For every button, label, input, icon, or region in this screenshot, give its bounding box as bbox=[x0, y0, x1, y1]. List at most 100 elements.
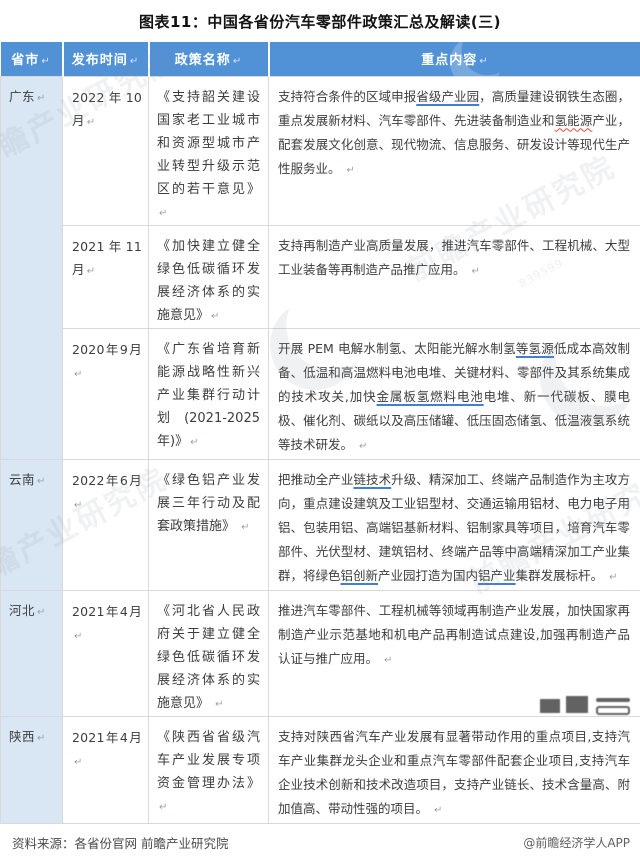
content-segment: 推进汽车零部件、工程机械等领域再制造产业发展，加快国家再制造产业示范基地和机电产… bbox=[278, 603, 630, 666]
paragraph-mark: ↵ bbox=[241, 522, 249, 533]
date-cell: 2020年9月 ↵ bbox=[63, 328, 149, 459]
table-row: 河北↵ 2021年4月↵ 《河北省人民政府关于建立健全绿色低碳循环发展经济体系的… bbox=[1, 590, 640, 716]
content-segment: 产业园打造为国内 bbox=[378, 568, 478, 583]
page-title: 图表11：中国各省份汽车零部件政策汇总及解读(三) bbox=[0, 0, 640, 42]
policy-label: 《广东省培育新能源战略性新兴产业集群行动计划(2021-2025年)》 bbox=[157, 342, 260, 449]
content-cell: 把推动全产业链技术升级、精深加工、终端产品制造作为主攻方向，重点建设建筑及工业铝… bbox=[269, 459, 640, 590]
content-cell: 推进汽车零部件、工程机械等领域再制造产业发展，加快国家再制造产业示范基地和机电产… bbox=[269, 590, 640, 716]
content-segment: 升级、精深加工、终端产品制造作为主攻方向，重点建设建筑及工业铝型材、交通运输用铝… bbox=[278, 472, 630, 583]
content-cell: 支持符合条件的区域申报省级产业园，高质量建设钢铁生态圈，重点发展新材料、汽车零部… bbox=[269, 76, 640, 225]
paragraph-mark: ↵ bbox=[215, 699, 223, 710]
date-label: 2020年9月 bbox=[72, 342, 142, 357]
content-segment: 开展 PEM 电解水制氢、太阳能光解水制氢 bbox=[278, 341, 516, 356]
date-cell: 2021年11月↵ bbox=[63, 225, 149, 328]
paragraph-mark: ↵ bbox=[159, 802, 167, 813]
header-label: 政策名称 bbox=[175, 53, 231, 68]
header-cell-province: 省市↵ bbox=[1, 42, 63, 76]
paragraph-mark: ↵ bbox=[472, 266, 480, 277]
table-row: 2020年9月 ↵ 《广东省培育新能源战略性新兴产业集群行动计划(2021-202… bbox=[1, 328, 640, 459]
paragraph-mark: ↵ bbox=[347, 165, 355, 176]
content-segment: 把推动全产业 bbox=[278, 472, 353, 487]
header-cell-policy: 政策名称↵ bbox=[149, 42, 269, 76]
policy-label: 《河北省人民政府关于建立健全绿色低碳循环发展经济体系的实施意见》 bbox=[157, 604, 260, 711]
content-text: 把推动全产业链技术升级、精深加工、终端产品制造作为主攻方向，重点建设建筑及工业铝… bbox=[278, 472, 630, 583]
policy-cell: 《河北省人民政府关于建立健全绿色低碳循环发展经济体系的实施意见》 ↵ bbox=[149, 590, 269, 716]
content-segment: 省级产业园 bbox=[416, 89, 479, 104]
date-label: 2022 年 10 月 bbox=[72, 90, 142, 128]
policy-cell: 《支持韶关建设国家老工业城市和资源型城市产业转型升级示范区的若干意见》 ↵ bbox=[149, 76, 269, 225]
paragraph-mark: ↵ bbox=[233, 56, 242, 67]
paragraph-mark: ↵ bbox=[74, 369, 83, 380]
table-header-row: 省市↵ 发布时间↵ 政策名称↵ 重点内容↵ bbox=[1, 42, 640, 76]
province-label: 云南 bbox=[9, 472, 35, 487]
header-label: 重点内容 bbox=[421, 53, 477, 68]
paragraph-mark: ↵ bbox=[37, 607, 46, 618]
policy-label: 《加快建立健全绿色低碳循环发展经济体系的实施意见》 bbox=[157, 239, 260, 323]
content-text: 支持符合条件的区域申报省级产业园，高质量建设钢铁生态圈，重点发展新材料、汽车零部… bbox=[278, 89, 630, 176]
date-label: 2021年11月 bbox=[72, 239, 142, 277]
content-segment: 金属板氢燃料电池 bbox=[377, 389, 484, 404]
paragraph-mark: ↵ bbox=[87, 266, 96, 277]
paragraph-mark: ↵ bbox=[87, 117, 96, 128]
content-text: 开展 PEM 电解水制氢、太阳能光解水制氢等氢源低成本高效制备、低温和高温燃料电… bbox=[278, 341, 630, 452]
content-cell: 支持对陕西省汽车产业发展有显著带动作用的重点项目,支持汽车产业集群龙头企业和重点… bbox=[269, 716, 640, 823]
content-segment: 支持再制造产业高质量发展，推进汽车零部件、工程机械、大型工业装备等再制造产品推广… bbox=[278, 238, 630, 277]
paragraph-mark: ↵ bbox=[37, 476, 46, 487]
credit-note: @前瞻经济学人APP bbox=[523, 834, 630, 851]
paragraph-mark: ↵ bbox=[609, 572, 617, 583]
header-label: 省市 bbox=[11, 53, 39, 68]
policy-cell: 《绿色铝产业发展三年行动及配套政策措施》 ↵ bbox=[149, 459, 269, 590]
paragraph-mark: ↵ bbox=[159, 208, 167, 219]
content-cell: 支持再制造产业高质量发展，推进汽车零部件、工程机械、大型工业装备等再制造产品推广… bbox=[269, 225, 640, 328]
province-label: 河北 bbox=[9, 603, 35, 618]
source-note: 资料来源：各省份官网 前瞻产业研究院 bbox=[12, 833, 228, 852]
policy-label: 《陕西省省级汽车产业发展专项资金管理办法》 bbox=[157, 730, 260, 791]
province-label: 广东 bbox=[9, 89, 35, 104]
date-label: 2021年4月 bbox=[72, 604, 142, 619]
date-cell: 2021年4月 ↵ bbox=[63, 716, 149, 823]
content-segment: 氢能源 bbox=[555, 113, 593, 128]
content-segment: 等氢源 bbox=[516, 341, 554, 356]
table-row: 广东↵ 2022 年 10 月↵ 《支持韶关建设国家老工业城市和资源型城市产业转… bbox=[1, 76, 640, 225]
paragraph-mark: ↵ bbox=[359, 441, 367, 452]
province-cell-guangdong: 广东↵ bbox=[1, 76, 63, 459]
paragraph-mark: ↵ bbox=[74, 631, 83, 642]
content-cell: 开展 PEM 电解水制氢、太阳能光解水制氢等氢源低成本高效制备、低温和高温燃料电… bbox=[269, 328, 640, 459]
paragraph-mark: ↵ bbox=[74, 757, 83, 768]
content-segment: 链技术 bbox=[353, 472, 391, 487]
table-row: 2021年11月↵ 《加快建立健全绿色低碳循环发展经济体系的实施意见》↵ 支持再… bbox=[1, 225, 640, 328]
province-cell-yunnan: 云南↵ bbox=[1, 459, 63, 590]
content-text: 推进汽车零部件、工程机械等领域再制造产业发展，加快国家再制造产业示范基地和机电产… bbox=[278, 603, 630, 666]
date-cell: 2022 年 10 月↵ bbox=[63, 76, 149, 225]
paragraph-mark: ↵ bbox=[190, 437, 198, 448]
paragraph-mark: ↵ bbox=[37, 93, 46, 104]
province-cell-hebei: 河北↵ bbox=[1, 590, 63, 716]
content-segment: 支持对陕西省汽车产业发展有显著带动作用的重点项目,支持汽车产业集群龙头企业和重点… bbox=[278, 729, 630, 816]
footer: 资料来源：各省份官网 前瞻产业研究院 @前瞻经济学人APP bbox=[0, 824, 640, 860]
policy-table: 省市↵ 发布时间↵ 政策名称↵ 重点内容↵ 广东↵ 2022 年 10 月↵ 《… bbox=[0, 42, 640, 824]
paragraph-mark: ↵ bbox=[37, 733, 46, 744]
content-segment: 铝创新 bbox=[341, 568, 379, 583]
paragraph-mark: ↵ bbox=[74, 500, 83, 511]
paragraph-mark: ↵ bbox=[479, 56, 488, 67]
content-segment: 支持符合条件的区域申报 bbox=[278, 89, 416, 104]
paragraph-mark: ↵ bbox=[130, 56, 139, 67]
date-label: 2022年6月 bbox=[72, 473, 142, 488]
date-label: 2021年4月 bbox=[72, 730, 142, 745]
paragraph-mark: ↵ bbox=[434, 805, 442, 816]
paragraph-mark: ↵ bbox=[211, 311, 219, 322]
table-row: 陕西↵ 2021年4月 ↵ 《陕西省省级汽车产业发展专项资金管理办法》 ↵ 支持对… bbox=[1, 716, 640, 823]
content-text: 支持对陕西省汽车产业发展有显著带动作用的重点项目,支持汽车产业集群龙头企业和重点… bbox=[278, 729, 630, 816]
content-segment: 集群发展标杆。 bbox=[516, 568, 604, 583]
header-cell-date: 发布时间↵ bbox=[63, 42, 149, 76]
province-cell-shaanxi: 陕西↵ bbox=[1, 716, 63, 823]
content-segment: 铝产业 bbox=[478, 568, 516, 583]
table-row: 云南↵ 2022年6月↵ 《绿色铝产业发展三年行动及配套政策措施》 ↵ 把推动全… bbox=[1, 459, 640, 590]
policy-cell: 《广东省培育新能源战略性新兴产业集群行动计划(2021-2025年)》↵ bbox=[149, 328, 269, 459]
policy-cell: 《陕西省省级汽车产业发展专项资金管理办法》 ↵ bbox=[149, 716, 269, 823]
date-cell: 2021年4月 ↵ bbox=[63, 590, 149, 716]
date-cell: 2022年6月 ↵ bbox=[63, 459, 149, 590]
policy-cell: 《加快建立健全绿色低碳循环发展经济体系的实施意见》↵ bbox=[149, 225, 269, 328]
paragraph-mark: ↵ bbox=[41, 56, 50, 67]
policy-label: 《支持韶关建设国家老工业城市和资源型城市产业转型升级示范区的若干意见》 bbox=[157, 90, 260, 197]
